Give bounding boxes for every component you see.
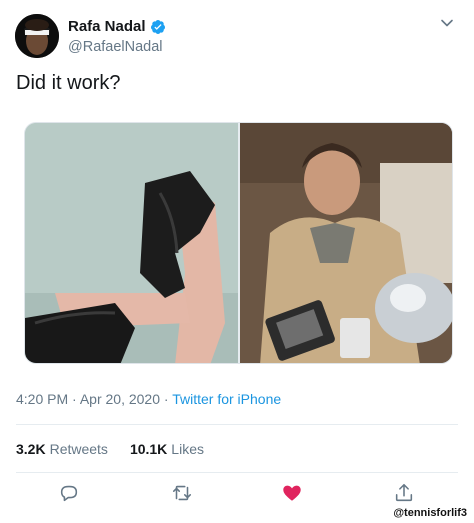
reply-icon[interactable] <box>58 482 82 506</box>
tweet-card: Rafa Nadal @RafaelNadal Did it work? 4:2… <box>0 0 474 523</box>
retweet-icon[interactable] <box>171 482 195 506</box>
meta-separator: · <box>72 391 77 407</box>
media-photo-trophy[interactable] <box>240 123 452 363</box>
user-handle[interactable]: @RafaelNadal <box>68 39 163 55</box>
divider <box>16 424 458 425</box>
media-photo-legs[interactable] <box>25 123 238 363</box>
chevron-down-icon[interactable] <box>440 16 454 30</box>
tweet-meta: 4:20 PM · Apr 20, 2020 · Twitter for iPh… <box>16 391 281 407</box>
avatar-photo <box>15 14 59 58</box>
likes-stat[interactable]: 10.1K Likes <box>130 441 204 457</box>
tweet-time[interactable]: 4:20 PM <box>16 391 68 407</box>
retweets-stat[interactable]: 3.2K Retweets <box>16 441 108 457</box>
watermark-label: @tennisforlif3 <box>390 506 470 520</box>
retweets-count: 3.2K <box>16 441 46 457</box>
verified-badge-icon <box>150 19 166 35</box>
retweets-label: Retweets <box>49 441 108 457</box>
tweet-source-link[interactable]: Twitter for iPhone <box>172 391 281 407</box>
tweet-stats: 3.2K Retweets 10.1K Likes <box>16 441 226 457</box>
tweet-date[interactable]: Apr 20, 2020 <box>80 391 160 407</box>
share-icon[interactable] <box>393 482 417 506</box>
likes-count: 10.1K <box>129 441 168 457</box>
heart-icon[interactable] <box>281 482 305 506</box>
tweet-media[interactable] <box>24 122 453 364</box>
likes-label: Likes <box>171 441 204 457</box>
avatar[interactable] <box>15 14 59 58</box>
meta-separator: · <box>163 391 169 407</box>
display-name[interactable]: Rafa Nadal <box>68 18 146 35</box>
tweet-text: Did it work? <box>16 72 121 94</box>
divider <box>16 472 458 473</box>
